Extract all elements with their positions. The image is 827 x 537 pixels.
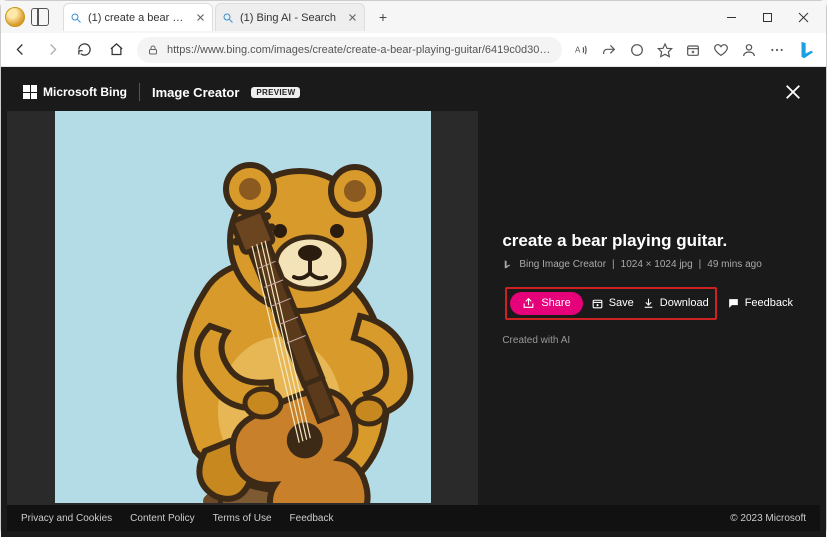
tab-label: (1) Bing AI - Search [240,12,340,24]
nav-home-button[interactable] [105,39,127,61]
meta-dimensions: 1024 × 1024 jpg [621,259,693,270]
tab-close-icon[interactable] [346,12,358,24]
bing-sidebar-icon[interactable] [796,39,818,61]
tab-overview-icon[interactable] [31,8,49,26]
image-info-panel: create a bear playing guitar. Bing Image… [478,91,820,485]
feedback-icon [727,297,740,310]
nav-forward-button[interactable] [41,39,63,61]
download-button[interactable]: Download [642,297,709,310]
more-icon[interactable] [768,41,786,59]
footer-content-policy-link[interactable]: Content Policy [130,513,194,524]
footer-terms-link[interactable]: Terms of Use [213,513,272,524]
microsoft-logo-icon [23,85,37,99]
tab-close-icon[interactable] [194,12,206,24]
svg-text:A: A [575,45,581,54]
share-button[interactable]: Share [510,292,582,315]
lock-icon [147,44,159,56]
product-title[interactable]: Image Creator [152,85,239,100]
footer-copyright: © 2023 Microsoft [730,513,806,524]
window-maximize-button[interactable] [754,4,780,30]
nav-refresh-button[interactable] [73,39,95,61]
highlighted-actions: Share Save Download [505,287,716,320]
account-icon[interactable] [740,41,758,59]
extensions-icon[interactable] [628,41,646,59]
meta-source: Bing Image Creator [519,259,606,270]
profile-avatar[interactable] [5,7,25,27]
search-icon [222,12,234,24]
browser-toolbar: https://www.bing.com/images/create/creat… [1,33,826,67]
save-button[interactable]: Save [591,297,634,310]
prompt-text: create a bear playing guitar. [502,231,796,251]
brand-text: Microsoft Bing [43,85,127,99]
divider [139,83,140,101]
enter-url-icon[interactable] [600,41,618,59]
window-titlebar: (1) create a bear playing guitar - (1) B… [1,1,826,33]
url-text: https://www.bing.com/images/create/creat… [167,44,552,56]
save-icon [591,297,604,310]
address-bar[interactable]: https://www.bing.com/images/create/creat… [137,37,562,63]
generated-image[interactable] [55,111,431,503]
collections-icon[interactable] [684,41,702,59]
page-footer: Privacy and Cookies Content Policy Terms… [7,505,820,531]
page-content: Microsoft Bing Image Creator PREVIEW [1,67,826,537]
window-close-button[interactable] [790,4,816,30]
search-icon [70,12,82,24]
browser-tab[interactable]: (1) Bing AI - Search [215,3,365,31]
footer-privacy-link[interactable]: Privacy and Cookies [21,513,112,524]
heart-icon[interactable] [712,41,730,59]
download-icon [642,297,655,310]
image-meta: Bing Image Creator | 1024 × 1024 jpg | 4… [502,259,796,270]
bing-icon [502,259,513,270]
share-icon [522,297,535,310]
created-with-ai-label: Created with AI [502,335,796,346]
feedback-button[interactable]: Feedback [727,297,793,310]
microsoft-bing-logo[interactable]: Microsoft Bing [23,85,127,99]
tab-label: (1) create a bear playing guitar - [88,12,188,24]
window-minimize-button[interactable] [718,4,744,30]
meta-age: 49 mins ago [707,259,761,270]
favorites-icon[interactable] [656,41,674,59]
image-actions: Share Save Download Feedback [502,284,796,323]
new-tab-button[interactable]: + [371,5,395,29]
footer-feedback-link[interactable]: Feedback [290,513,334,524]
generated-image-panel [7,111,478,505]
nav-back-button[interactable] [9,39,31,61]
browser-tab-active[interactable]: (1) create a bear playing guitar - [63,3,213,31]
read-aloud-icon[interactable]: A [572,41,590,59]
preview-badge: PREVIEW [251,87,300,98]
